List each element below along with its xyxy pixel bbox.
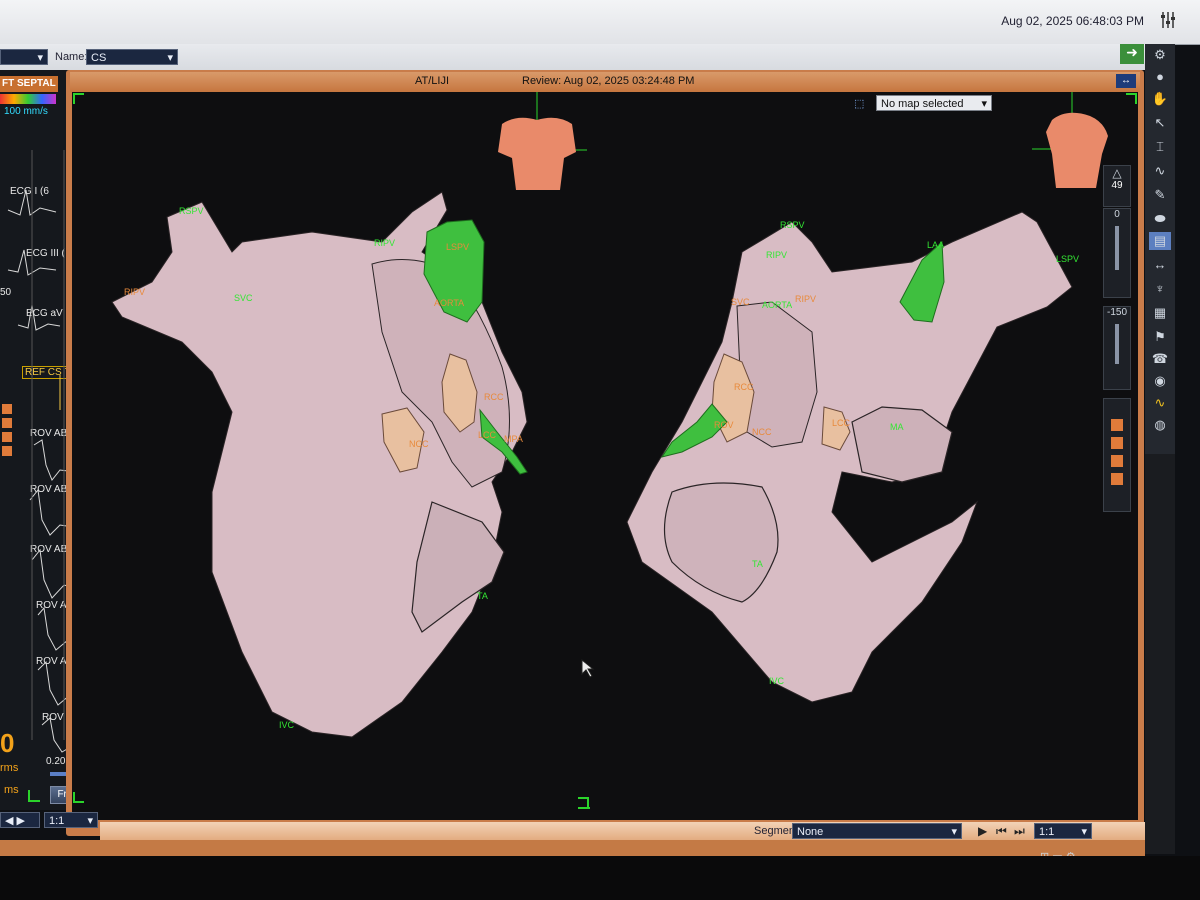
mouse-cursor-icon xyxy=(581,658,595,678)
sweep-speed: 100 mm/s xyxy=(4,106,48,117)
anatomy-label: LSPV xyxy=(446,242,469,252)
unit-rms: rms xyxy=(0,762,19,774)
settings-sliders-icon[interactable] xyxy=(1158,10,1178,32)
bottom-frame xyxy=(0,840,1145,856)
chevron-down-icon: ▾ xyxy=(1081,826,1087,838)
color-scale-bar xyxy=(0,94,56,104)
anatomy-label: RIPV xyxy=(124,287,145,297)
expand-icon[interactable]: ↔ xyxy=(1116,74,1136,88)
anatomy-label: MA xyxy=(890,422,904,432)
caliper-icon[interactable]: ⌶ xyxy=(1149,138,1171,156)
tag-icon[interactable]: ⚑ xyxy=(1149,328,1171,346)
width-icon[interactable]: ↔ xyxy=(1149,256,1171,274)
rotation-slider[interactable]: -150 xyxy=(1103,306,1131,390)
big-value: 0 xyxy=(0,728,15,758)
chevron-down-icon: ▾ xyxy=(167,52,173,64)
anatomy-label: SVC xyxy=(234,293,253,303)
pen-icon[interactable]: ✎ xyxy=(1149,186,1171,204)
export-arrow-icon[interactable]: ➜ xyxy=(1120,44,1144,64)
rotation-zero: 0 xyxy=(1114,209,1120,220)
chevron-down-icon: ▾ xyxy=(37,52,43,64)
ellipse-icon[interactable]: ⬬ xyxy=(1149,210,1171,228)
anatomy-label: ROV xyxy=(714,420,734,430)
anatomy-label: LSPV xyxy=(1056,254,1079,264)
datetime: Aug 02, 2025 06:48:03 PM xyxy=(1001,14,1144,28)
play-icon[interactable]: ▶ xyxy=(978,824,987,838)
catheter-icon[interactable]: ▦ xyxy=(1149,304,1171,322)
anatomy-label: SVC xyxy=(731,297,750,307)
curve-icon[interactable]: ∿ xyxy=(1149,162,1171,180)
map-name: AT/LIJI xyxy=(415,75,450,87)
anatomy-label: MPA xyxy=(504,434,523,444)
right-status-zone xyxy=(1145,454,1175,854)
phone-icon[interactable]: ☎ xyxy=(1149,350,1171,368)
segment-bar xyxy=(100,822,1145,840)
zoom-control[interactable]: △ 49 xyxy=(1103,165,1131,207)
left-heart-model xyxy=(111,191,528,738)
anatomy-label: TA xyxy=(477,591,488,601)
anatomy-label: LCC xyxy=(478,430,497,440)
name-label: Name: xyxy=(55,51,88,63)
review-time: Review: Aug 02, 2025 03:24:48 PM xyxy=(522,75,695,87)
hand-pan-icon[interactable]: ✋ xyxy=(1149,90,1171,108)
anatomy-label: LAA xyxy=(927,240,944,250)
map-dropdown[interactable]: ▾ xyxy=(0,49,48,65)
anatomy-label: AORTA xyxy=(434,298,464,308)
sphere-icon[interactable]: ● xyxy=(1149,68,1171,86)
eye-icon[interactable]: ◉ xyxy=(1149,372,1171,390)
anatomy-label: RCC xyxy=(734,382,754,392)
anatomy-label: RIPV xyxy=(795,294,816,304)
gear-icon[interactable]: ⚙ xyxy=(1149,46,1171,64)
depth-slider[interactable]: 0 xyxy=(1103,208,1131,298)
torso-orientation-right xyxy=(1032,92,1108,188)
rotation-value: -150 xyxy=(1106,307,1127,318)
left-nav-buttons[interactable]: ◀ ▶ xyxy=(0,812,40,828)
mountain-icon: △ xyxy=(1112,166,1122,180)
unit-ms: ms xyxy=(4,784,19,796)
left-ratio-select[interactable]: 1:1 ▾ xyxy=(44,812,98,828)
anatomy-label: AORTA xyxy=(762,300,792,310)
anatomy-label: TA xyxy=(752,559,763,569)
pointer-icon[interactable]: ↖ xyxy=(1149,114,1171,132)
layers-icon[interactable]: ▤ xyxy=(1149,232,1171,250)
screen: Aug 02, 2025 06:48:03 PM ▾ Name: CS ▾ FT … xyxy=(0,0,1200,900)
chevron-down-icon: ▾ xyxy=(951,826,957,838)
anatomy-label: LCC xyxy=(832,418,851,428)
playback-ratio-select[interactable]: 1:1 ▾ xyxy=(1034,823,1092,839)
anatomy-label: RCC xyxy=(484,392,504,402)
name-select[interactable]: CS ▾ xyxy=(86,49,178,65)
chevron-down-icon: ▾ xyxy=(981,98,987,110)
septal-label: FT SEPTAL xyxy=(0,76,58,92)
signal-icon[interactable]: ∿ xyxy=(1149,394,1171,412)
monitor-bezel xyxy=(0,856,1200,900)
right-heart-model xyxy=(626,211,1073,703)
step-forward-icon[interactable]: ⏭ xyxy=(1014,824,1025,839)
frame-marker xyxy=(28,790,40,802)
segment-select[interactable]: None ▾ xyxy=(792,823,962,839)
anatomy-label: IVC xyxy=(279,720,295,730)
colormap-icon[interactable]: ◍ xyxy=(1149,416,1171,434)
anatomy-label: RIPV xyxy=(766,250,787,260)
display-presets[interactable] xyxy=(1103,398,1131,512)
anatomy-label: NCC xyxy=(752,427,772,437)
anatomy-label: NCC xyxy=(409,439,429,449)
anatomy-label: RIPV xyxy=(374,238,395,248)
map-select-dropdown[interactable]: No map selected ▾ xyxy=(876,95,992,111)
torso-orientation-left xyxy=(498,92,587,190)
anatomy-label: RSPV xyxy=(179,206,204,216)
step-back-icon[interactable]: ⏮ xyxy=(996,824,1007,839)
map-select-icon[interactable]: ⬚ xyxy=(854,97,864,110)
anatomy-label: IVC xyxy=(769,676,785,686)
zoom-value: 49 xyxy=(1111,180,1123,191)
chevron-down-icon: ▾ xyxy=(87,815,93,827)
anatomy-views: RSPV RIPV RIPV SVC LSPV AORTA RCC NCC LC… xyxy=(73,92,1137,809)
brush-icon[interactable]: ♆ xyxy=(1149,280,1171,298)
anatomy-label: RSPV xyxy=(780,220,805,230)
